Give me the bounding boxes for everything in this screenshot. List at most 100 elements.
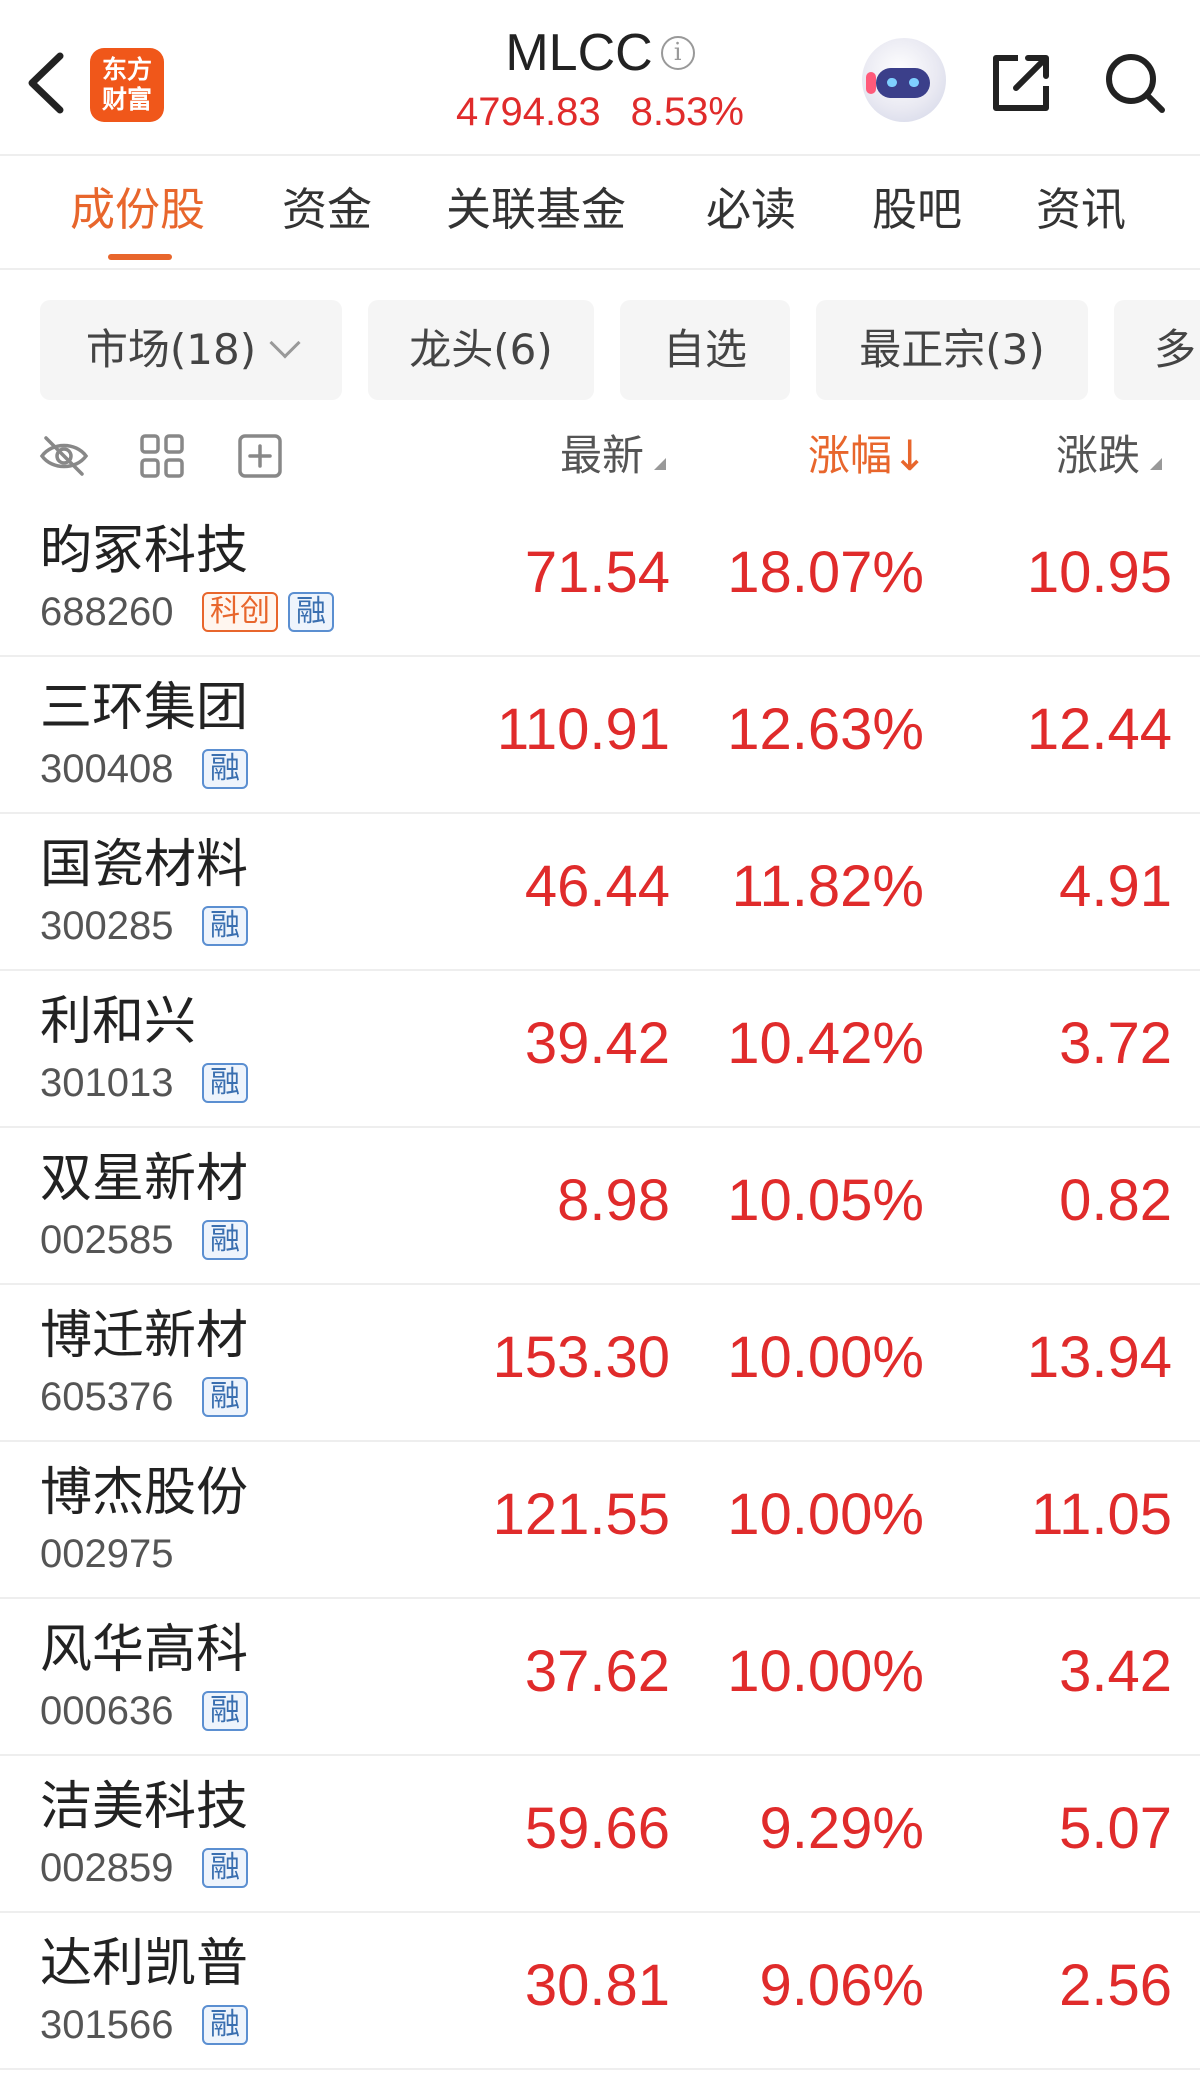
tab-news[interactable]: 资讯	[1036, 180, 1126, 240]
filter-watchlist[interactable]: 自选	[620, 300, 790, 400]
star-market-badge: 科创	[202, 592, 278, 632]
column-change-pct-label: 涨幅	[808, 431, 893, 480]
stock-row[interactable]: 达利凯普 301566 融 30.81 9.06% 2.56	[0, 1913, 1200, 2070]
latest-price: 71.54	[524, 540, 670, 605]
stock-name: 双星新材	[40, 1149, 249, 1209]
column-change[interactable]: 涨跌	[1056, 428, 1163, 484]
stock-row[interactable]: 博杰股份 002975 121.55 10.00% 11.05	[0, 1442, 1200, 1599]
stock-row[interactable]: 洁美科技 002859 融 59.66 9.29% 5.07	[0, 1756, 1200, 1913]
margin-trading-badge: 融	[202, 1377, 248, 1417]
stock-row[interactable]: 三环集团 300408 融 110.91 12.63% 12.44	[0, 657, 1200, 814]
column-latest-price[interactable]: 最新	[560, 428, 667, 484]
change-amount: 13.94	[1026, 1325, 1172, 1390]
stock-name: 三环集团	[40, 678, 249, 738]
stock-badges: 融	[202, 1377, 248, 1417]
filter-watchlist-label: 自选	[662, 325, 747, 374]
latest-price: 110.91	[496, 697, 670, 762]
page-title-row: MLCC i	[505, 22, 695, 84]
back-icon[interactable]	[24, 48, 68, 118]
stock-code: 002859	[40, 1846, 174, 1890]
info-icon[interactable]: i	[660, 36, 695, 70]
latest-price: 37.62	[524, 1639, 670, 1704]
grid-layout-icon[interactable]	[136, 430, 188, 482]
change-pct: 10.42%	[727, 1011, 924, 1076]
margin-trading-badge: 融	[202, 749, 248, 789]
stock-badges: 融	[202, 2005, 248, 2045]
robot-avatar-icon[interactable]	[862, 38, 946, 122]
search-icon[interactable]	[1102, 50, 1168, 116]
change-pct: 11.82%	[731, 854, 924, 919]
stock-badges: 融	[202, 1691, 248, 1731]
change-pct: 10.00%	[727, 1325, 924, 1390]
change-pct: 9.29%	[759, 1796, 924, 1861]
column-change-pct[interactable]: 涨幅↓	[808, 428, 927, 484]
latest-price: 46.44	[524, 854, 670, 919]
share-icon[interactable]	[988, 50, 1054, 116]
column-latest-price-label: 最新	[560, 431, 645, 480]
stock-name: 达利凯普	[40, 1934, 249, 1994]
stock-row[interactable]: 风华高科 000636 融 37.62 10.00% 3.42	[0, 1599, 1200, 1756]
sort-indicator-icon	[654, 458, 667, 470]
column-change-label: 涨跌	[1056, 431, 1141, 480]
margin-trading-badge: 融	[288, 592, 334, 632]
active-tab-indicator	[108, 254, 172, 260]
tab-forum[interactable]: 股吧	[872, 180, 962, 240]
robot-ear	[866, 72, 876, 94]
margin-trading-badge: 融	[202, 2005, 248, 2045]
logo-text-line1: 东方	[101, 55, 152, 84]
add-to-watchlist-icon[interactable]	[234, 430, 286, 482]
stock-badges: 融	[202, 1848, 248, 1888]
tab-funds-flow[interactable]: 资金	[282, 180, 372, 240]
filter-chip-bar: 市场(18) 龙头(6) 自选 最正宗(3) 多	[0, 300, 1200, 402]
latest-price: 121.55	[492, 1482, 670, 1547]
tab-constituents[interactable]: 成份股	[70, 180, 205, 240]
stock-code: 300408	[40, 747, 174, 791]
stock-row[interactable]: 博迁新材 605376 融 153.30 10.00% 13.94	[0, 1285, 1200, 1442]
change-pct: 12.63%	[727, 697, 924, 762]
stock-code: 605376	[40, 1375, 174, 1419]
change-pct: 10.00%	[727, 1482, 924, 1547]
stock-name: 洁美科技	[40, 1777, 249, 1837]
margin-trading-badge: 融	[202, 906, 248, 946]
stock-name: 博杰股份	[40, 1463, 249, 1523]
latest-price: 153.30	[492, 1325, 670, 1390]
stock-row[interactable]: 双星新材 002585 融 8.98 10.05% 0.82	[0, 1128, 1200, 1285]
filter-leaders[interactable]: 龙头(6)	[368, 300, 594, 400]
stock-badges: 融	[202, 1063, 248, 1103]
filter-market-dropdown[interactable]: 市场(18)	[40, 300, 342, 400]
stock-name: 国瓷材料	[40, 835, 249, 895]
change-pct: 9.06%	[759, 1953, 924, 2018]
stock-row[interactable]: 利和兴 301013 融 39.42 10.42% 3.72	[0, 971, 1200, 1128]
stock-code: 002975	[40, 1532, 174, 1576]
stock-code: 301013	[40, 1061, 174, 1105]
stock-badges: 融	[202, 749, 248, 789]
filter-more-label: 多	[1154, 325, 1197, 374]
stock-code: 688260	[40, 590, 174, 634]
change-amount: 4.91	[1059, 854, 1172, 919]
stock-badges: 科创融	[202, 592, 334, 632]
title-block: MLCC i 4794.83 8.53%	[400, 22, 800, 136]
stock-badges: 融	[202, 906, 248, 946]
tab-must-read[interactable]: 必读	[706, 180, 796, 240]
sort-indicator-icon	[1150, 458, 1163, 470]
filter-most-authentic[interactable]: 最正宗(3)	[816, 300, 1088, 400]
stock-row[interactable]: 国瓷材料 300285 融 46.44 11.82% 4.91	[0, 814, 1200, 971]
sort-desc-arrow-icon: ↓	[892, 431, 928, 480]
change-amount: 5.07	[1059, 1796, 1172, 1861]
index-quote: 4794.83 8.53%	[400, 88, 800, 136]
stock-badges: 融	[202, 1220, 248, 1260]
filter-more[interactable]: 多	[1114, 300, 1200, 400]
chevron-down-icon	[269, 327, 301, 359]
latest-price: 30.81	[524, 1953, 670, 2018]
tab-related-funds[interactable]: 关联基金	[446, 180, 626, 240]
margin-trading-badge: 融	[202, 1848, 248, 1888]
change-amount: 12.44	[1026, 697, 1172, 762]
index-change-pct: 8.53%	[630, 90, 744, 134]
change-amount: 10.95	[1026, 540, 1172, 605]
change-amount: 0.82	[1059, 1168, 1172, 1233]
change-amount: 3.72	[1059, 1011, 1172, 1076]
stock-row[interactable]: 昀冢科技 688260 科创融 71.54 18.07% 10.95	[0, 500, 1200, 657]
latest-price: 39.42	[524, 1011, 670, 1076]
eye-off-icon[interactable]	[38, 430, 90, 482]
filter-leaders-label: 龙头(6)	[409, 325, 553, 374]
